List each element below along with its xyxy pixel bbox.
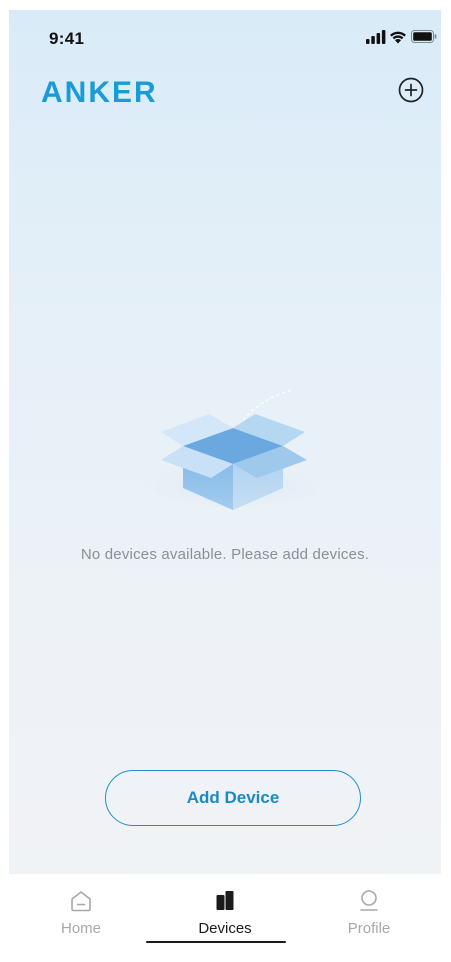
- status-bar: 9:41: [9, 10, 441, 50]
- empty-state-message: No devices available. Please add devices…: [80, 546, 370, 563]
- tab-devices-label: Devices: [198, 920, 252, 937]
- tab-home-label: Home: [60, 920, 101, 937]
- home-icon: [71, 891, 91, 912]
- tab-home[interactable]: Home: [9, 874, 153, 944]
- tab-profile[interactable]: Profile: [297, 874, 441, 944]
- wifi-icon: [390, 31, 406, 44]
- add-device-button[interactable]: Add Device: [105, 770, 361, 826]
- cellular-signal-icon: [366, 30, 386, 44]
- devices-screen: 9:41 ANKER No devices available. Please …: [9, 10, 441, 954]
- tab-profile-label: Profile: [347, 920, 391, 937]
- battery-icon: [411, 30, 437, 43]
- profile-icon: [360, 890, 378, 911]
- status-time: 9:41: [49, 29, 85, 48]
- plus-circle-icon[interactable]: [398, 77, 424, 103]
- home-indicator: [146, 941, 286, 943]
- tab-devices[interactable]: Devices: [153, 874, 297, 944]
- brand-logo: ANKER: [41, 76, 158, 109]
- devices-icon: [216, 891, 234, 910]
- open-box-icon: [143, 389, 327, 510]
